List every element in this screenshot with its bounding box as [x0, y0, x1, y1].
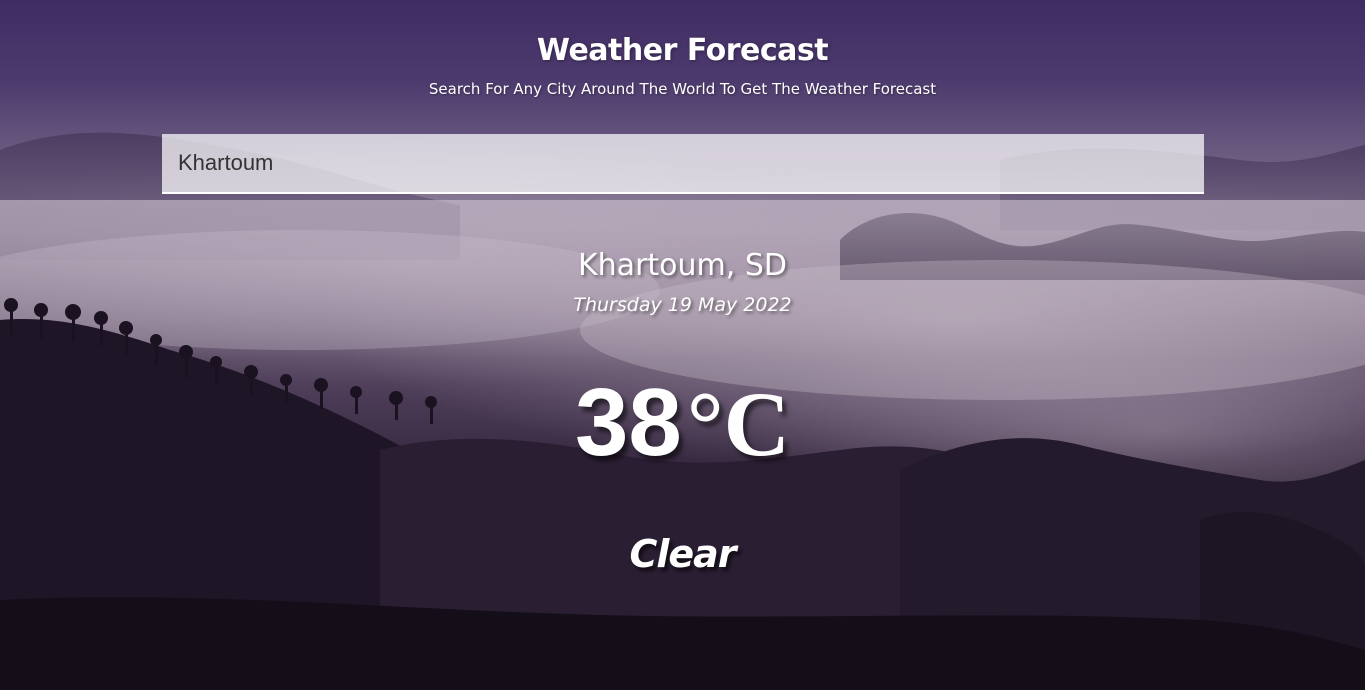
temperature-unit: °C: [686, 373, 791, 475]
date-label: Thursday 19 May 2022: [573, 294, 792, 316]
city-search-input[interactable]: [178, 150, 1188, 176]
weather-app: Weather Forecast Search For Any City Aro…: [0, 0, 1365, 690]
weather-condition: Clear: [629, 532, 736, 576]
page-title: Weather Forecast: [536, 33, 829, 68]
page-subtitle: Search For Any City Around The World To …: [428, 80, 937, 98]
location-label: Khartoum, SD: [578, 248, 787, 283]
search-box[interactable]: [162, 134, 1204, 194]
temperature-value: 38: [574, 369, 682, 476]
temperature-display: 38 °C: [0, 368, 1365, 478]
